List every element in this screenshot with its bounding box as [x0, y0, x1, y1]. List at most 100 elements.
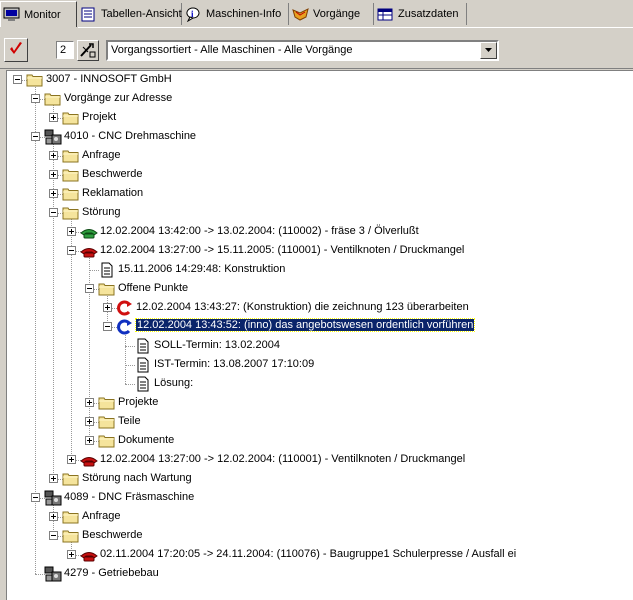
tree-node-label[interactable]: 15.11.2006 14:29:48: Konstruktion	[118, 263, 285, 275]
collapse-icon[interactable]	[31, 94, 40, 103]
tree-row[interactable]: Dokumente	[7, 432, 633, 451]
tab-vorgaenge-label: Vorgänge	[313, 8, 361, 20]
tree-row[interactable]: 3007 - INNOSOFT GmbH	[7, 71, 633, 90]
tree-row[interactable]: Offene Punkte	[7, 280, 633, 299]
expand-icon[interactable]	[67, 455, 76, 464]
tree-node-label[interactable]: Projekte	[118, 396, 158, 408]
tree-row[interactable]: Störung	[7, 204, 633, 223]
expand-icon[interactable]	[103, 303, 112, 312]
tree-node-label[interactable]: Lösung:	[154, 377, 193, 389]
expand-icon[interactable]	[49, 170, 58, 179]
tab-monitor[interactable]: Monitor	[0, 1, 77, 27]
tree-row[interactable]: IST-Termin: 13.08.2007 17:10:09	[7, 356, 633, 375]
tree-node-label[interactable]: 12.02.2004 13:43:52: (inno) das angebots…	[134, 318, 476, 332]
checkmark-icon	[8, 41, 24, 60]
collapse-icon[interactable]	[31, 132, 40, 141]
phone-red-icon	[80, 452, 98, 468]
tree-row[interactable]: 4010 - CNC Drehmaschine	[7, 128, 633, 147]
tree-row[interactable]: 4089 - DNC Fräsmaschine	[7, 489, 633, 508]
expand-icon[interactable]	[67, 227, 76, 236]
tree-node-label[interactable]: Projekt	[82, 111, 116, 123]
tree-row[interactable]: Beschwerde	[7, 166, 633, 185]
tree-row[interactable]: Beschwerde	[7, 527, 633, 546]
tree-row[interactable]: 02.11.2004 17:20:05 -> 24.11.2004: (1100…	[7, 546, 633, 565]
tree-node-label[interactable]: 12.02.2004 13:27:00 -> 12.02.2004: (1100…	[100, 453, 465, 465]
expand-icon[interactable]	[85, 398, 94, 407]
collapse-icon[interactable]	[85, 284, 94, 293]
tree-row[interactable]: 12.02.2004 13:27:00 -> 12.02.2004: (1100…	[7, 451, 633, 470]
tree-row[interactable]: Projekte	[7, 394, 633, 413]
sort-toggle-button[interactable]	[77, 40, 99, 61]
tree-row[interactable]: Reklamation	[7, 185, 633, 204]
tree-node-label[interactable]: 12.02.2004 13:43:27: (Konstruktion) die …	[136, 301, 469, 313]
folder-icon	[26, 72, 44, 88]
tree-node-label[interactable]: Beschwerde	[82, 168, 143, 180]
tree-node-label[interactable]: 3007 - INNOSOFT GmbH	[46, 73, 172, 85]
tree-node-label[interactable]: Störung	[82, 206, 121, 218]
machine-icon	[44, 490, 62, 506]
phone-red-icon	[80, 547, 98, 563]
monitor-icon	[3, 7, 20, 22]
tree-node-label[interactable]: Reklamation	[82, 187, 143, 199]
expand-icon[interactable]	[49, 113, 58, 122]
folder-icon	[62, 471, 80, 487]
tab-maschinen-info[interactable]: i Maschinen-Info	[183, 3, 289, 25]
tree-node-label[interactable]: Störung nach Wartung	[82, 472, 192, 484]
tree-row[interactable]: 15.11.2006 14:29:48: Konstruktion	[7, 261, 633, 280]
tree-node-label[interactable]: Teile	[118, 415, 141, 427]
tree-node-label[interactable]: Anfrage	[82, 149, 121, 161]
folder-icon	[62, 110, 80, 126]
tab-tabellen-ansicht[interactable]: Tabellen-Ansicht	[78, 3, 182, 25]
tree-row[interactable]: Störung nach Wartung	[7, 470, 633, 489]
expand-icon[interactable]	[49, 512, 58, 521]
tree-row[interactable]: 12.02.2004 13:42:00 -> 13.02.2004: (1100…	[7, 223, 633, 242]
tree-node-label[interactable]: Offene Punkte	[118, 282, 188, 294]
tree-node-label[interactable]: 12.02.2004 13:27:00 -> 15.11.2005: (1100…	[100, 244, 464, 256]
collapse-icon[interactable]	[31, 493, 40, 502]
tree-node-label[interactable]: IST-Termin: 13.08.2007 17:10:09	[154, 358, 314, 370]
tree-node-label[interactable]: Anfrage	[82, 510, 121, 522]
tree-row[interactable]: Anfrage	[7, 147, 633, 166]
tab-vorgaenge[interactable]: Vorgänge	[290, 3, 374, 25]
tree-row[interactable]: Projekt	[7, 109, 633, 128]
dropdown-button[interactable]	[480, 42, 497, 59]
folder-icon	[44, 91, 62, 107]
expand-icon[interactable]	[85, 436, 94, 445]
count-field[interactable]: 2	[56, 41, 74, 59]
tree-row[interactable]: Teile	[7, 413, 633, 432]
collapse-icon[interactable]	[49, 208, 58, 217]
tree-node-label[interactable]: 4010 - CNC Drehmaschine	[64, 130, 196, 142]
tree-node-label[interactable]: 4279 - Getriebebau	[64, 567, 159, 579]
tree-node-label[interactable]: 4089 - DNC Fräsmaschine	[64, 491, 194, 503]
tree-row[interactable]: 12.02.2004 13:43:52: (inno) das angebots…	[7, 318, 633, 337]
collapse-icon[interactable]	[67, 246, 76, 255]
tree-node-label[interactable]: Beschwerde	[82, 529, 143, 541]
expand-icon[interactable]	[67, 550, 76, 559]
tree-row[interactable]: 4279 - Getriebebau	[7, 565, 633, 584]
tree-node-label[interactable]: 02.11.2004 17:20:05 -> 24.11.2004: (1100…	[100, 548, 516, 560]
sort-mode-select[interactable]: Vorgangssortiert - Alle Maschinen - Alle…	[106, 40, 499, 61]
collapse-icon[interactable]	[13, 75, 22, 84]
tree-node-label[interactable]: SOLL-Termin: 13.02.2004	[154, 339, 280, 351]
tree-row[interactable]: Anfrage	[7, 508, 633, 527]
tree-node-label[interactable]: 12.02.2004 13:42:00 -> 13.02.2004: (1100…	[100, 225, 419, 237]
tree-row[interactable]: Vorgänge zur Adresse	[7, 90, 633, 109]
tab-monitor-label: Monitor	[24, 8, 61, 21]
tab-zusatzdaten[interactable]: Zusatzdaten	[375, 3, 467, 25]
tree-row[interactable]: 12.02.2004 13:43:27: (Konstruktion) die …	[7, 299, 633, 318]
apply-button[interactable]	[4, 38, 28, 62]
tree-node-label[interactable]: Vorgänge zur Adresse	[64, 92, 172, 104]
process-tree[interactable]: 3007 - INNOSOFT GmbH Vorgänge zur Adresse…	[6, 70, 633, 600]
collapse-icon[interactable]	[103, 322, 112, 331]
expand-icon[interactable]	[49, 151, 58, 160]
tree-row[interactable]: 12.02.2004 13:27:00 -> 15.11.2005: (1100…	[7, 242, 633, 261]
machine-icon	[44, 566, 62, 582]
expand-icon[interactable]	[85, 417, 94, 426]
toolbar-separator	[0, 68, 633, 69]
tree-row[interactable]: SOLL-Termin: 13.02.2004	[7, 337, 633, 356]
expand-icon[interactable]	[49, 474, 58, 483]
tree-row[interactable]: Lösung:	[7, 375, 633, 394]
collapse-icon[interactable]	[49, 531, 58, 540]
tree-node-label[interactable]: Dokumente	[118, 434, 174, 446]
expand-icon[interactable]	[49, 189, 58, 198]
